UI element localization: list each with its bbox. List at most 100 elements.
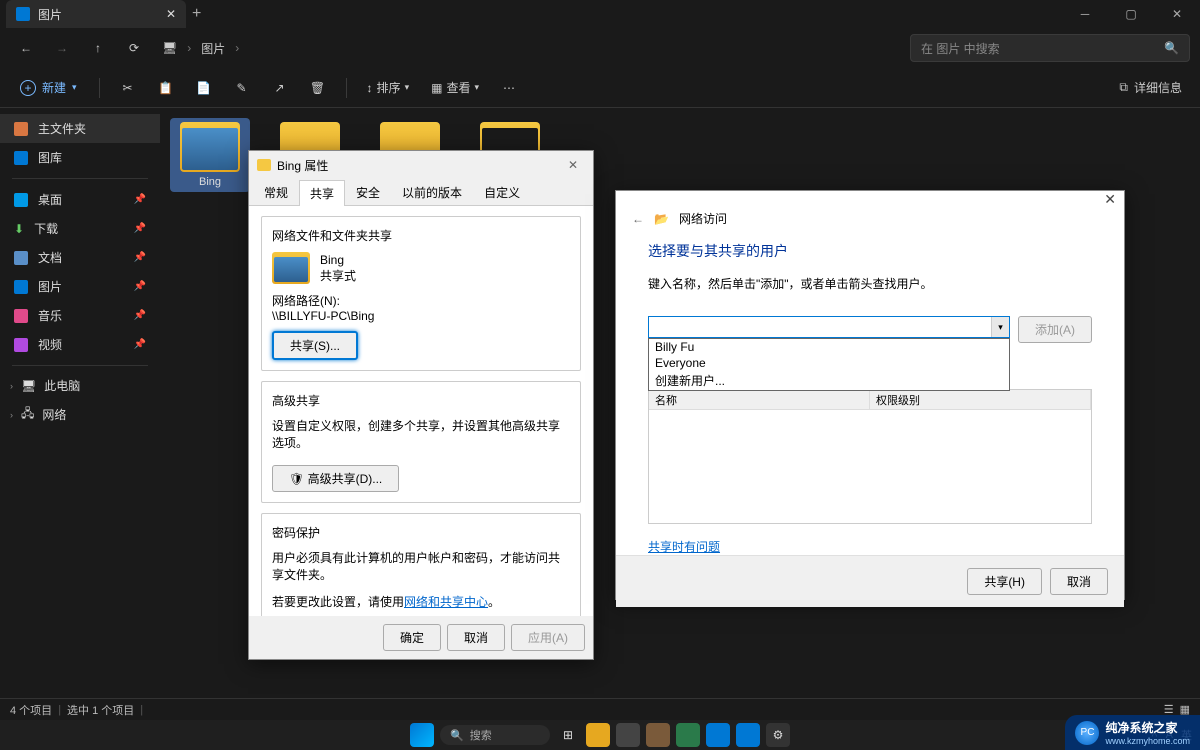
pin-icon: 📌 <box>134 310 146 321</box>
wizard-footer: 共享(H) 取消 <box>616 555 1124 607</box>
back-button[interactable]: ← <box>632 212 644 226</box>
sidebar-network[interactable]: ›🖧网络 <box>0 399 160 430</box>
watermark-url: www.kzmyhome.com <box>1105 736 1190 746</box>
dialog-titlebar[interactable]: Bing 属性 ✕ <box>249 151 593 179</box>
tab-previous[interactable]: 以前的版本 <box>391 179 473 205</box>
wizard-desc: 键入名称，然后单击"添加"，或者单击箭头查找用户。 <box>648 275 1092 292</box>
close-button[interactable]: ✕ <box>1154 0 1200 28</box>
close-tab-icon[interactable]: ✕ <box>166 7 176 21</box>
close-icon[interactable]: ✕ <box>561 158 585 172</box>
sidebar-downloads[interactable]: ⬇下载📌 <box>0 214 160 243</box>
cut-button[interactable]: ✂ <box>112 72 144 104</box>
sidebar-this-pc[interactable]: ›🖥此电脑 <box>0 372 160 399</box>
tab-share[interactable]: 共享 <box>299 180 345 206</box>
search-icon[interactable]: 🔍 <box>1164 41 1179 55</box>
section-title: 高级共享 <box>272 392 570 409</box>
permission-list[interactable]: 名称 权限级别 <box>648 389 1092 524</box>
folder-label: Bing <box>199 176 221 188</box>
sidebar-music[interactable]: 音乐📌 <box>0 301 160 330</box>
tab-title: 图片 <box>38 6 62 23</box>
home-icon <box>14 122 28 136</box>
share-status: 共享式 <box>320 267 356 284</box>
minimize-button[interactable]: ─ <box>1062 0 1108 28</box>
edge-icon[interactable] <box>706 723 730 747</box>
share-button[interactable]: 共享(H) <box>967 568 1042 595</box>
advanced-desc: 设置自定义权限，创建多个共享，并设置其他高级共享选项。 <box>272 417 570 451</box>
start-button[interactable] <box>410 723 434 747</box>
tab-custom[interactable]: 自定义 <box>473 179 531 205</box>
copy-button[interactable]: 📋 <box>150 72 182 104</box>
advanced-share-button[interactable]: 🛡 高级共享(D)... <box>272 465 399 492</box>
section-title: 密码保护 <box>272 524 570 541</box>
dropdown-item[interactable]: Billy Fu <box>649 339 1009 355</box>
more-button[interactable]: ⋯ <box>493 72 525 104</box>
sidebar: 主文件夹 图库 桌面📌 ⬇下载📌 文档📌 图片📌 音乐📌 视频📌 ›🖥此电脑 ›… <box>0 108 160 698</box>
dropdown-item[interactable]: 创建新用户... <box>649 371 1009 390</box>
user-combobox[interactable]: ▾ Billy Fu Everyone 创建新用户... <box>648 316 1010 343</box>
breadcrumb[interactable]: 🖥 › 图片 › <box>162 40 239 57</box>
sort-button[interactable]: ↕ 排序 ▾ <box>359 75 418 100</box>
dropdown-item[interactable]: Everyone <box>649 355 1009 371</box>
wizard-body: 选择要与其共享的用户 键入名称，然后单击"添加"，或者单击箭头查找用户。 ▾ B… <box>616 241 1124 555</box>
explorer-icon[interactable] <box>586 723 610 747</box>
store-icon[interactable] <box>736 723 760 747</box>
sidebar-documents[interactable]: 文档📌 <box>0 243 160 272</box>
task-view-icon[interactable]: ⊞ <box>556 723 580 747</box>
sidebar-desktop[interactable]: 桌面📌 <box>0 185 160 214</box>
back-button[interactable]: ← <box>10 32 42 64</box>
paste-button[interactable]: 📄 <box>188 72 220 104</box>
close-icon[interactable]: ✕ <box>1104 191 1116 208</box>
user-input[interactable] <box>648 316 1010 338</box>
new-button[interactable]: + 新建 ▾ <box>10 75 87 100</box>
taskbar-app-icon[interactable] <box>616 723 640 747</box>
chevron-right-icon: › <box>10 410 13 420</box>
tab-general[interactable]: 常规 <box>253 179 299 205</box>
taskbar-search[interactable]: 🔍 搜索 <box>440 725 550 745</box>
cancel-button[interactable]: 取消 <box>447 624 505 651</box>
taskbar-app-icon[interactable] <box>676 723 700 747</box>
properties-body: 网络文件和文件夹共享 Bing 共享式 网络路径(N): \\BILLYFU-P… <box>249 206 593 616</box>
network-center-link[interactable]: 网络和共享中心 <box>404 595 488 609</box>
folder-bing[interactable]: Bing <box>170 118 250 192</box>
details-icon: ⧉ <box>1119 80 1128 95</box>
sidebar-pictures[interactable]: 图片📌 <box>0 272 160 301</box>
taskbar-app-icon[interactable] <box>646 723 670 747</box>
path-label: 网络路径(N): <box>272 292 570 309</box>
column-permission[interactable]: 权限级别 <box>870 390 1091 409</box>
refresh-button[interactable]: ⟳ <box>118 32 150 64</box>
ok-button[interactable]: 确定 <box>383 624 441 651</box>
cancel-button[interactable]: 取消 <box>1050 568 1108 595</box>
shared-folder-icon <box>272 252 310 284</box>
up-button[interactable]: ↑ <box>82 32 114 64</box>
apply-button[interactable]: 应用(A) <box>511 624 585 651</box>
share-button[interactable]: 共享(S)... <box>272 331 358 360</box>
details-pane-button[interactable]: ⧉ 详细信息 <box>1111 75 1190 100</box>
properties-dialog: Bing 属性 ✕ 常规 共享 安全 以前的版本 自定义 网络文件和文件夹共享 … <box>248 150 594 660</box>
videos-icon <box>14 338 28 352</box>
sidebar-videos[interactable]: 视频📌 <box>0 330 160 359</box>
share-button[interactable]: ↗ <box>264 72 296 104</box>
new-tab-button[interactable]: + <box>192 5 201 23</box>
sidebar-home[interactable]: 主文件夹 <box>0 114 160 143</box>
wizard-titlebar[interactable]: ✕ <box>616 191 1124 208</box>
sidebar-gallery[interactable]: 图库 <box>0 143 160 172</box>
window-tab[interactable]: 图片 ✕ <box>6 0 186 28</box>
toolbar: + 新建 ▾ ✂ 📋 📄 ✎ ↗ 🗑 ↕ 排序 ▾ ▦ 查看 ▾ ⋯ ⧉ 详细信… <box>0 68 1200 108</box>
delete-button[interactable]: 🗑 <box>302 72 334 104</box>
add-button[interactable]: 添加(A) <box>1018 316 1092 343</box>
navbar: ← → ↑ ⟳ 🖥 › 图片 › 在 图片 中搜索 🔍 <box>0 28 1200 68</box>
view-icon: ▦ <box>431 81 442 95</box>
view-button[interactable]: ▦ 查看 ▾ <box>423 75 487 100</box>
settings-icon[interactable]: ⚙ <box>766 723 790 747</box>
maximize-button[interactable]: ▢ <box>1108 0 1154 28</box>
search-input[interactable]: 在 图片 中搜索 🔍 <box>910 34 1190 62</box>
breadcrumb-item[interactable]: 图片 <box>201 40 225 57</box>
rename-button[interactable]: ✎ <box>226 72 258 104</box>
pin-icon: 📌 <box>134 194 146 205</box>
trouble-link[interactable]: 共享时有问题 <box>648 540 720 554</box>
forward-button[interactable]: → <box>46 32 78 64</box>
chevron-down-icon[interactable]: ▾ <box>991 317 1009 337</box>
network-access-icon: 📂 <box>654 212 669 226</box>
tab-security[interactable]: 安全 <box>345 179 391 205</box>
column-name[interactable]: 名称 <box>649 390 870 409</box>
